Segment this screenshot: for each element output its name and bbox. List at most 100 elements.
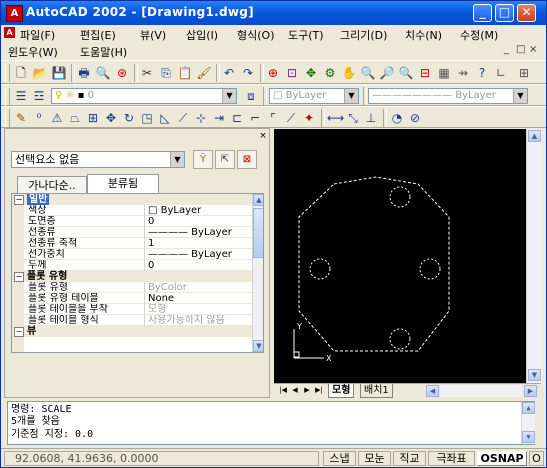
- radius-dimension-icon[interactable]: ◔: [389, 110, 405, 126]
- publish-icon[interactable]: ⊛: [114, 65, 130, 81]
- prev-tab-icon[interactable]: ◀: [290, 385, 300, 396]
- toggle-pickadd-button[interactable]: Ÿ: [193, 150, 213, 169]
- linear-dimension-icon[interactable]: ⟷: [327, 110, 344, 126]
- property-row[interactable]: 플롯 유형 ByColor: [12, 282, 252, 293]
- polar-toggle[interactable]: 극좌표: [428, 451, 475, 466]
- tab-model[interactable]: 모형: [328, 384, 355, 398]
- selection-combo[interactable]: 선택요소 없음 ▼: [11, 151, 185, 168]
- doc-close-button[interactable]: ×: [529, 44, 537, 55]
- zoom-previous-icon[interactable]: 🔍: [398, 65, 414, 81]
- pan-icon[interactable]: ✋: [341, 65, 357, 81]
- new-file-icon[interactable]: 🗋: [13, 65, 29, 81]
- menu-help[interactable]: 도움말(H): [80, 44, 127, 60]
- menu-window[interactable]: 윈도우(W): [8, 44, 58, 60]
- property-value[interactable]: ———— ByLayer: [144, 249, 252, 260]
- collapse-icon[interactable]: −: [14, 327, 24, 337]
- copy-object-icon[interactable]: ⁰: [31, 110, 47, 126]
- next-tab-icon[interactable]: ▶: [302, 385, 312, 396]
- otrack-toggle[interactable]: O: [529, 451, 544, 466]
- autocad-app-icon[interactable]: A: [6, 5, 23, 22]
- save-icon[interactable]: 💾: [51, 65, 67, 81]
- chevron-down-icon[interactable]: ▼: [513, 89, 527, 103]
- lengthen-icon[interactable]: ⟋: [175, 110, 191, 126]
- property-value[interactable]: ———— ByLayer: [144, 227, 252, 238]
- scroll-down-icon[interactable]: ▼: [522, 431, 535, 443]
- property-value[interactable]: 0: [144, 216, 252, 227]
- property-row[interactable]: 플롯 테이블을 부착 모형: [12, 304, 252, 315]
- chamfer-icon[interactable]: ⌐: [247, 110, 263, 126]
- close-icon[interactable]: ×: [258, 131, 268, 141]
- scroll-up-icon[interactable]: ▲: [528, 130, 541, 142]
- doc-minimize-button[interactable]: _: [504, 44, 509, 55]
- object-snap-icon[interactable]: ⊡: [284, 65, 300, 81]
- property-row[interactable]: 선종류 ———— ByLayer: [12, 227, 252, 238]
- scroll-left-icon[interactable]: ◀: [426, 385, 439, 397]
- layer-manager-icon[interactable]: ☰: [13, 88, 29, 104]
- match-properties-icon[interactable]: 🖌: [196, 65, 212, 81]
- tab-layout1[interactable]: 배치1: [360, 384, 393, 398]
- collapse-icon[interactable]: −: [14, 272, 24, 282]
- distance-icon[interactable]: ⇸: [455, 65, 471, 81]
- quick-select-button[interactable]: ⊠: [237, 150, 257, 169]
- color-combo[interactable]: □ ByLayer ▼: [269, 88, 359, 104]
- property-row[interactable]: 두께 0: [12, 260, 252, 271]
- chevron-down-icon[interactable]: ▼: [344, 89, 358, 103]
- undo-icon[interactable]: ↶: [221, 65, 237, 81]
- doc-restore-button[interactable]: □: [516, 44, 525, 55]
- command-prompt-line[interactable]: 기준점 지정: 0.0: [11, 429, 93, 440]
- tab-alphabetic[interactable]: 가나다순..: [17, 176, 87, 194]
- property-value[interactable]: 0: [144, 260, 252, 271]
- menu-format[interactable]: 형식(O): [237, 27, 274, 43]
- menu-modify[interactable]: 수정(M): [460, 27, 498, 43]
- fillet-icon[interactable]: ⌜: [265, 110, 281, 126]
- scale-icon[interactable]: ◳: [139, 110, 155, 126]
- toolbar-grip[interactable]: [5, 109, 10, 127]
- property-row[interactable]: 플롯 테이블 형식 사용가능하지 않음: [12, 315, 252, 326]
- drawing-area[interactable]: Y X: [274, 129, 526, 383]
- title-bar[interactable]: A AutoCAD 2002 - [Drawing1.dwg] _ □ ✕: [1, 1, 546, 25]
- chevron-down-icon[interactable]: ▼: [222, 89, 236, 103]
- tab-categorized[interactable]: 분류됨: [87, 174, 159, 194]
- document-icon[interactable]: A: [4, 27, 15, 38]
- menu-view[interactable]: 뷰(V): [140, 27, 166, 43]
- close-button[interactable]: ✕: [517, 4, 536, 22]
- grid-scrollbar[interactable]: ▲ ▼: [252, 194, 263, 352]
- snap-toggle[interactable]: 스냅: [323, 451, 356, 466]
- category-view[interactable]: − 뷰: [12, 326, 252, 337]
- property-row[interactable]: 플롯 유형 테이블 None: [12, 293, 252, 304]
- menu-edit[interactable]: 편집(E): [80, 27, 116, 43]
- menu-dimension[interactable]: 치수(N): [405, 27, 442, 43]
- stretch-icon[interactable]: ◺: [157, 110, 173, 126]
- command-window[interactable]: 명령: SCALE 5개를 찾음 기준점 지정: 0.0 ▲ ▼: [7, 401, 535, 445]
- menu-draw[interactable]: 그리기(D): [340, 27, 387, 43]
- erase-icon[interactable]: ✎: [13, 110, 29, 126]
- scroll-up-icon[interactable]: ▲: [522, 402, 535, 414]
- ortho-toggle[interactable]: 직교: [393, 451, 426, 466]
- property-value[interactable]: □ ByLayer: [144, 205, 252, 216]
- scroll-down-icon[interactable]: ▼: [528, 369, 541, 381]
- property-row[interactable]: 선종류 축척 1: [12, 238, 252, 249]
- category-general[interactable]: − 일반: [12, 194, 252, 205]
- drawing-canvas[interactable]: Y X: [274, 129, 526, 383]
- cut-icon[interactable]: ✂: [139, 65, 155, 81]
- named-views-icon[interactable]: ⚙: [322, 65, 338, 81]
- osnap-toggle[interactable]: OSNAP: [477, 451, 527, 466]
- ordinate-dimension-icon[interactable]: ⊥: [363, 110, 379, 126]
- menu-tools[interactable]: 도구(T): [288, 27, 324, 43]
- last-tab-icon[interactable]: ▶|: [314, 385, 324, 396]
- print-icon[interactable]: 🖶: [76, 65, 92, 81]
- scroll-thumb[interactable]: [253, 208, 263, 258]
- move-icon[interactable]: ✥: [103, 110, 119, 126]
- collapse-icon[interactable]: −: [14, 195, 24, 205]
- trim-icon[interactable]: ⊹: [193, 110, 209, 126]
- mirror-icon[interactable]: ⚠: [49, 110, 65, 126]
- menu-file[interactable]: 파일(F): [20, 27, 55, 43]
- ucs-icon[interactable]: ✥: [303, 65, 319, 81]
- redo-icon[interactable]: ↷: [240, 65, 256, 81]
- horizontal-scroll-track[interactable]: [440, 385, 522, 397]
- hyperlink-icon[interactable]: ⊕: [265, 65, 281, 81]
- zoom-window-icon[interactable]: 🔎: [379, 65, 395, 81]
- extend-icon[interactable]: ⇥: [211, 110, 227, 126]
- grid-icon[interactable]: ⊞: [516, 65, 532, 81]
- layer-combo[interactable]: ♀ ☼ ▪ 0 ▼: [51, 88, 237, 104]
